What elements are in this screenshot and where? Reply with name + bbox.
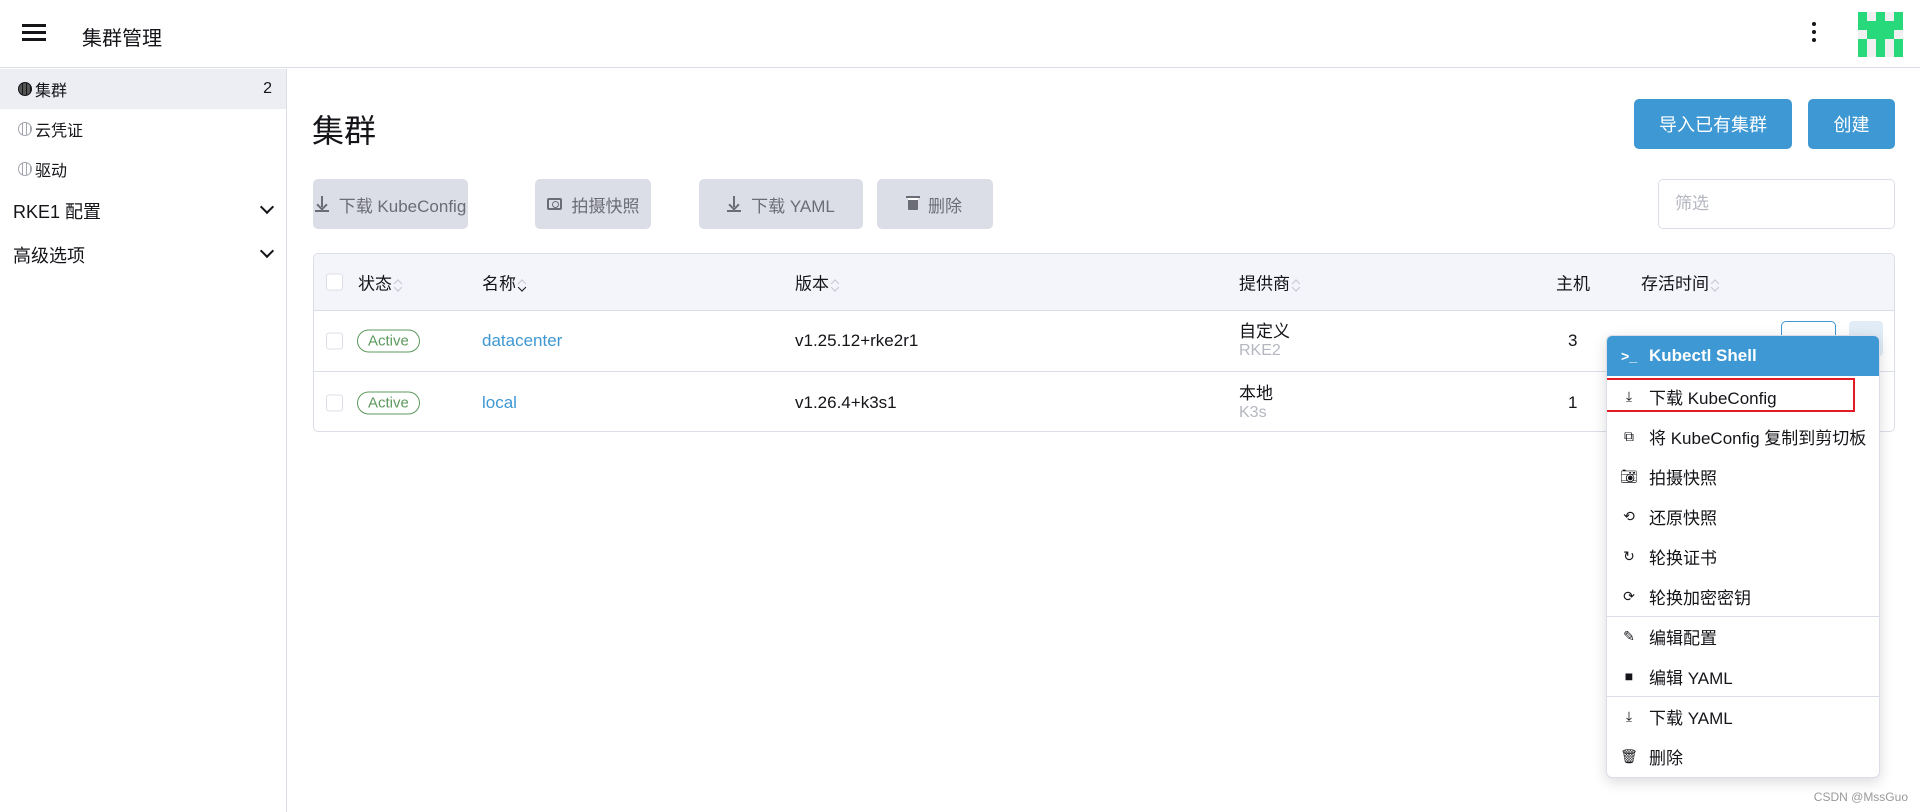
- column-age[interactable]: 存活时间: [1641, 270, 1719, 295]
- column-name[interactable]: 名称: [482, 270, 526, 295]
- create-button[interactable]: 创建: [1808, 99, 1895, 149]
- sidebar-group-label: RKE1 配置: [13, 202, 102, 222]
- rotate-icon: ↻: [1623, 547, 1635, 564]
- download-icon: ⤓: [1625, 708, 1633, 724]
- status-badge: Active: [357, 329, 420, 353]
- chevron-down-icon: [259, 199, 275, 215]
- cluster-provider: 自定义 RKE2: [1239, 322, 1290, 359]
- highlight-box: [1607, 378, 1855, 412]
- row-checkbox[interactable]: [326, 394, 343, 411]
- hamburger-menu-icon[interactable]: [22, 24, 46, 42]
- column-hosts: 主机: [1556, 274, 1590, 294]
- menu-item-rotate-certificates[interactable]: ↻ 轮换证书: [1607, 536, 1879, 576]
- menu-item-copy-kubeconfig[interactable]: ⧉ 将 KubeConfig 复制到剪切板: [1607, 416, 1879, 456]
- select-all-checkbox[interactable]: [326, 273, 343, 291]
- menu-item-kubectl-shell[interactable]: >_ Kubectl Shell: [1607, 336, 1879, 376]
- globe-icon: [18, 82, 32, 96]
- download-icon: [314, 196, 329, 212]
- table-header: 状态 名称 版本 提供商 主机 存活时间: [314, 254, 1894, 311]
- sidebar-item-cloud-credentials[interactable]: 云凭证: [0, 109, 286, 149]
- menu-item-rotate-encryption-key[interactable]: ⟳ 轮换加密密钥: [1607, 576, 1879, 616]
- sidebar-group-rke1-config[interactable]: RKE1 配置: [0, 189, 286, 233]
- button-label: 下载 KubeConfig: [338, 196, 467, 216]
- sidebar-group-label: 高级选项: [13, 246, 85, 266]
- refresh-icon: ⟳: [1623, 587, 1635, 604]
- button-label: 拍摄快照: [571, 196, 640, 216]
- pencil-icon: ✎: [1623, 628, 1635, 644]
- sort-icon: [1292, 278, 1300, 292]
- sidebar-item-drivers[interactable]: 驱动: [0, 149, 286, 189]
- camera-icon: [546, 198, 562, 210]
- copy-icon: ⧉: [1624, 427, 1634, 444]
- sidebar-group-advanced[interactable]: 高级选项: [0, 233, 286, 277]
- cluster-actions-menu: >_ Kubectl Shell ⤓ 下载 KubeConfig ⧉ 将 KubeCo…: [1606, 335, 1880, 778]
- cluster-hosts: 3: [1568, 331, 1578, 350]
- cluster-provider: 本地 K3s: [1239, 383, 1273, 421]
- trash-icon: [906, 196, 920, 210]
- cluster-name-link[interactable]: datacenter: [482, 331, 562, 351]
- column-version[interactable]: 版本: [795, 270, 839, 295]
- cluster-name-link[interactable]: local: [482, 393, 517, 413]
- menu-item-download-kubeconfig[interactable]: ⤓ 下载 KubeConfig: [1607, 376, 1879, 416]
- sort-icon: [1711, 278, 1719, 292]
- sidebar: 集群 2 云凭证 驱动 RKE1 配置 高级选项: [0, 69, 287, 812]
- sidebar-item-clusters[interactable]: 集群 2: [0, 69, 286, 109]
- row-checkbox[interactable]: [326, 332, 343, 350]
- delete-button[interactable]: 删除: [877, 179, 993, 229]
- button-label: 删除: [928, 196, 962, 216]
- trash-icon: 🗑︎: [1620, 747, 1638, 764]
- restore-icon: ⟲: [1623, 507, 1635, 524]
- watermark: CSDN @MssGuo: [1813, 790, 1908, 804]
- column-status[interactable]: 状态: [358, 270, 402, 295]
- app-title: 集群管理: [82, 28, 162, 50]
- menu-item-restore-snapshot[interactable]: ⟲ 还原快照: [1607, 496, 1879, 536]
- import-cluster-button[interactable]: 导入已有集群: [1634, 99, 1792, 149]
- button-label: 下载 YAML: [751, 196, 835, 216]
- sidebar-item-count: 2: [263, 80, 272, 97]
- download-yaml-button[interactable]: 下载 YAML: [699, 179, 863, 229]
- take-snapshot-button[interactable]: 拍摄快照: [535, 179, 651, 229]
- globe-icon: [18, 162, 32, 176]
- sort-icon: [831, 278, 839, 292]
- menu-item-take-snapshot[interactable]: 📷︎ 拍摄快照: [1607, 456, 1879, 496]
- cluster-version: v1.25.12+rke2r1: [795, 331, 919, 350]
- menu-item-edit-config[interactable]: ✎ 编辑配置: [1607, 616, 1879, 656]
- user-avatar[interactable]: [1858, 12, 1903, 57]
- file-icon: ■: [1624, 668, 1634, 684]
- menu-item-delete[interactable]: 🗑︎ 删除: [1607, 736, 1879, 776]
- download-kubeconfig-button[interactable]: 下载 KubeConfig: [313, 179, 468, 229]
- column-provider[interactable]: 提供商: [1239, 270, 1300, 295]
- menu-item-edit-yaml[interactable]: ■ 编辑 YAML: [1607, 656, 1879, 696]
- sidebar-item-label: 云凭证: [35, 123, 84, 140]
- menu-item-download-yaml[interactable]: ⤓ 下载 YAML: [1607, 696, 1879, 736]
- chevron-down-icon: [259, 243, 275, 259]
- top-header: 集群管理: [0, 0, 1920, 68]
- status-badge: Active: [357, 391, 420, 414]
- globe-icon: [18, 122, 32, 136]
- download-icon: [727, 196, 742, 212]
- terminal-icon: >_: [1621, 348, 1637, 364]
- page-title: 集群: [312, 113, 377, 149]
- filter-input[interactable]: [1658, 179, 1895, 229]
- camera-icon: 📷︎: [1620, 467, 1638, 484]
- more-options-icon[interactable]: [1810, 22, 1818, 46]
- sort-icon: [394, 278, 402, 292]
- cluster-version: v1.26.4+k3s1: [795, 392, 897, 412]
- cluster-hosts: 1: [1568, 392, 1578, 412]
- sidebar-item-label: 驱动: [35, 163, 68, 180]
- sidebar-item-label: 集群: [35, 83, 68, 100]
- sort-down-icon: [518, 278, 526, 292]
